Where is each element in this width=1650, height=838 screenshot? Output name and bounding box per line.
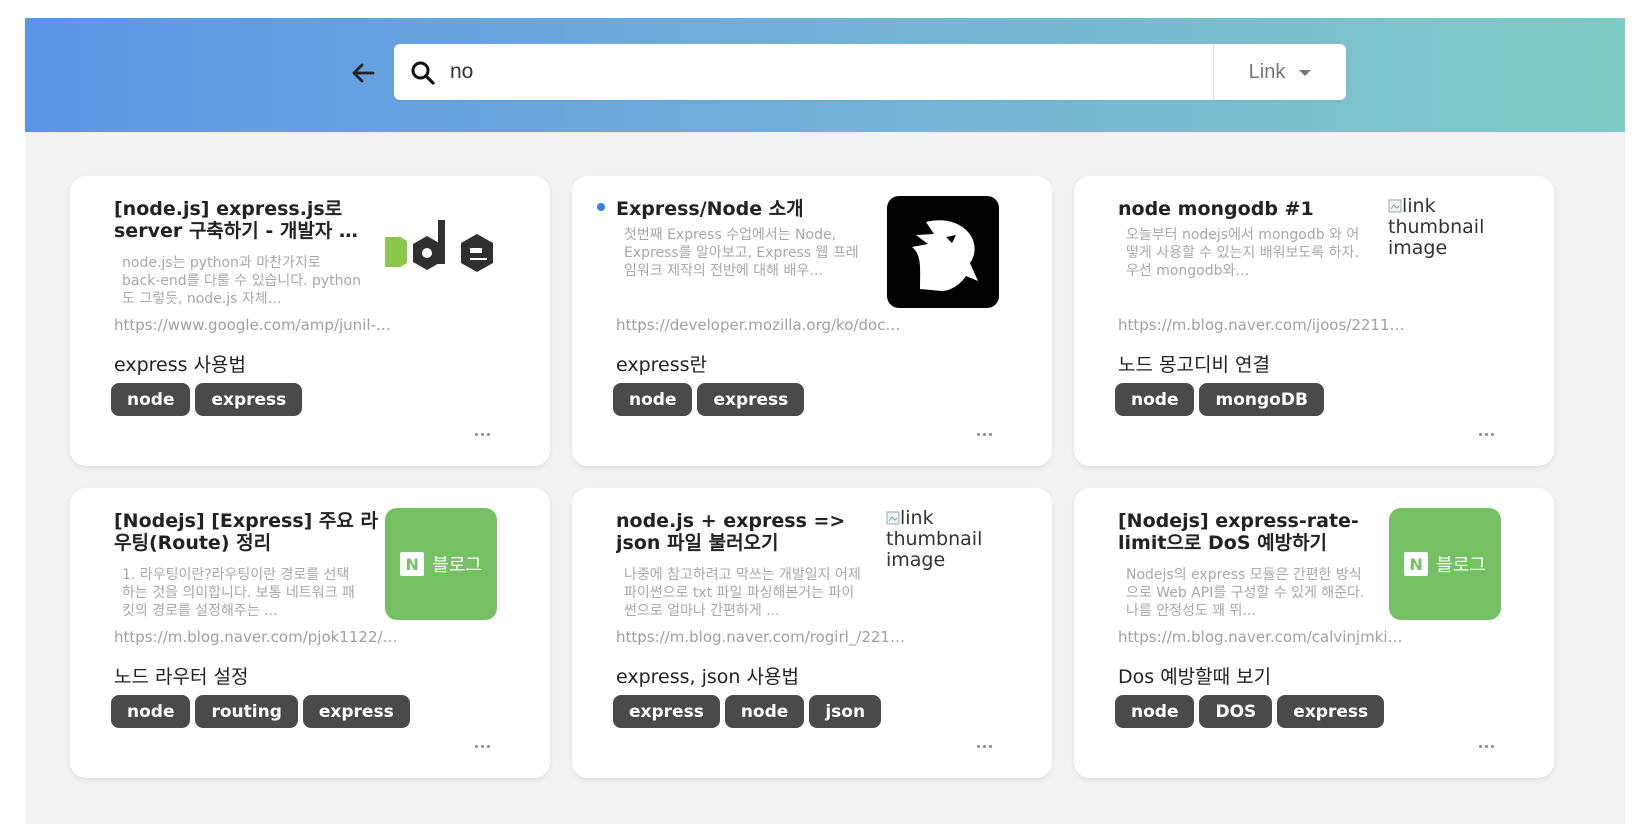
naver-logo-icon: N (400, 552, 425, 576)
link-card[interactable]: [Nodejs] [Express] 주요 라우팅(Route) 정리 1. 라… (70, 488, 550, 778)
card-tags: node routing express (111, 695, 410, 728)
tag-chip[interactable]: node (1115, 383, 1195, 416)
tag-chip[interactable]: express (1277, 695, 1385, 728)
unread-dot-icon (597, 203, 605, 211)
link-card-grid: [node.js] express.js로 server 구축하기 - 개발자 … (70, 176, 1580, 778)
search-box (394, 44, 1214, 100)
link-card[interactable]: [Nodejs] express-rate-limit으로 DoS 예방하기 N… (1074, 488, 1554, 778)
card-description: 1. 라우팅이란?라우팅이란 경로를 선택하는 것을 의미합니다. 보통 네트워… (122, 567, 355, 619)
card-memo: 노드 라우터 설정 (114, 666, 249, 688)
app-root: Link [node.js] express.js로 server 구축하기 -… (25, 18, 1625, 824)
card-tags: express node json (613, 695, 882, 728)
blog-label: 블로그 (432, 555, 482, 576)
tag-chip[interactable]: mongoDB (1199, 383, 1324, 416)
tag-chip[interactable]: node (111, 695, 191, 728)
tag-chip[interactable]: node (1115, 695, 1195, 728)
card-title[interactable]: node mongodb #1 (1118, 198, 1388, 220)
card-description: 첫번째 Express 수업에서는 Node, Express를 알아보고, E… (624, 227, 859, 279)
card-title[interactable]: node.js + express => json 파일 불러오기 (616, 510, 886, 554)
card-url[interactable]: https://m.blog.naver.com/pjok1122/… (114, 628, 414, 646)
header-bar: Link (25, 18, 1625, 132)
card-thumbnail (385, 196, 497, 308)
naver-logo-icon: N (1404, 552, 1429, 576)
card-tags: node express (613, 383, 805, 416)
card-memo: express란 (616, 354, 708, 376)
node-logo-icon (385, 220, 493, 272)
card-title[interactable]: [node.js] express.js로 server 구축하기 - 개발자 … (114, 198, 384, 242)
card-memo: Dos 예방할때 보기 (1118, 666, 1272, 688)
card-thumbnail: N 블로그 (1389, 508, 1501, 620)
tag-chip[interactable]: DOS (1199, 695, 1273, 728)
tag-chip[interactable]: node (111, 383, 191, 416)
more-options-icon[interactable] (972, 428, 996, 440)
card-description: 나중에 참고하려고 막쓰는 개발일지 어제 파이썬으로 txt 파일 파싱해본거… (624, 567, 861, 619)
card-url[interactable]: https://m.blog.naver.com/rogirl_/221… (616, 628, 916, 646)
search-input[interactable] (450, 54, 1190, 90)
card-thumbnail: N 블로그 (385, 508, 497, 620)
mdn-dinosaur-icon (912, 220, 978, 291)
more-options-icon[interactable] (1474, 740, 1498, 752)
tag-chip[interactable]: node (613, 383, 693, 416)
broken-image-thumbnail: link thumbnail image (1388, 196, 1508, 259)
tag-chip[interactable]: express (613, 695, 720, 728)
link-card[interactable]: [node.js] express.js로 server 구축하기 - 개발자 … (70, 176, 550, 466)
card-title[interactable]: [Nodejs] express-rate-limit으로 DoS 예방하기 (1118, 510, 1388, 554)
link-card[interactable]: Express/Node 소개 첫번째 Express 수업에서는 Node, … (572, 176, 1052, 466)
arrow-left-icon (352, 63, 375, 83)
card-title[interactable]: Express/Node 소개 (616, 198, 886, 220)
thumbnail-alt-text: link thumbnail image (1388, 195, 1485, 259)
card-title[interactable]: [Nodejs] [Express] 주요 라우팅(Route) 정리 (114, 510, 384, 554)
tag-chip[interactable]: express (697, 383, 805, 416)
card-description: 오늘부터 nodejs에서 mongodb 와 어떻게 사용할 수 있는지 배워… (1126, 227, 1360, 279)
more-options-icon[interactable] (470, 428, 494, 440)
card-tags: node DOS express (1115, 695, 1385, 728)
blog-label: 블로그 (1436, 555, 1486, 576)
broken-image-thumbnail: link thumbnail image (886, 508, 1006, 571)
card-memo: express 사용법 (114, 354, 247, 376)
card-thumbnail (887, 196, 999, 308)
tag-chip[interactable]: json (809, 695, 882, 728)
search-type-dropdown[interactable]: Link (1214, 44, 1346, 100)
card-description: Nodejs의 express 모듈은 간편한 방식으로 Web API를 구성… (1126, 567, 1365, 619)
card-tags: node mongoDB (1115, 383, 1324, 416)
card-url[interactable]: https://www.google.com/amp/junil-… (114, 316, 414, 334)
search-icon (411, 61, 435, 85)
tag-chip[interactable]: express (195, 383, 303, 416)
link-card[interactable]: node mongodb #1 오늘부터 nodejs에서 mongodb 와 … (1074, 176, 1554, 466)
card-tags: node express (111, 383, 303, 416)
search-bar: Link (394, 44, 1346, 100)
tag-chip[interactable]: node (724, 695, 805, 728)
card-memo: 노드 몽고디비 연결 (1118, 354, 1270, 376)
caret-down-icon (1299, 70, 1312, 76)
card-url[interactable]: https://m.blog.naver.com/ijoos/2211… (1118, 316, 1418, 334)
card-url[interactable]: https://m.blog.naver.com/calvinjmki… (1118, 628, 1418, 646)
broken-image-icon (1388, 199, 1402, 213)
thumbnail-alt-text: link thumbnail image (886, 507, 983, 571)
back-button[interactable] (346, 56, 380, 90)
tag-chip[interactable]: routing (195, 695, 298, 728)
card-memo: express, json 사용법 (616, 666, 799, 688)
card-description: node.js는 python과 마찬가지로 back-end를 다룰 수 있습… (122, 255, 361, 307)
more-options-icon[interactable] (470, 740, 494, 752)
more-options-icon[interactable] (972, 740, 996, 752)
card-url[interactable]: https://developer.mozilla.org/ko/doc… (616, 316, 916, 334)
search-type-label: Link (1248, 60, 1286, 83)
broken-image-icon (886, 511, 900, 525)
more-options-icon[interactable] (1474, 428, 1498, 440)
link-card[interactable]: node.js + express => json 파일 불러오기 나중에 참고… (572, 488, 1052, 778)
tag-chip[interactable]: express (302, 695, 410, 728)
